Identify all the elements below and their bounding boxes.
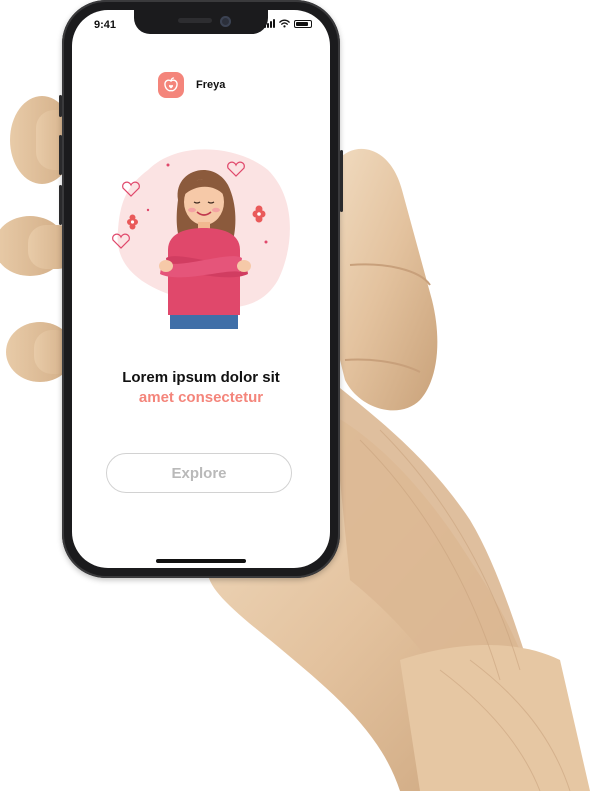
thumb [330,148,438,411]
explore-button[interactable]: Explore [106,453,292,493]
phone-frame: 9:41 Freya Lorem ipsum dolor sit amet co… [59,0,343,578]
notch [134,10,268,34]
status-time: 9:41 [94,19,117,31]
girl-self-hug-illustration [112,149,290,329]
volume-up-button [59,135,62,175]
headline-line-1: Lorem ipsum dolor sit [122,369,280,386]
speaker-grille [178,18,212,23]
volume-down-button [59,185,62,225]
app-name: Freya [196,79,226,91]
battery-icon [294,19,312,28]
onboarding-headline: Lorem ipsum dolor sit amet consectetur [72,368,330,408]
mute-switch [59,95,62,117]
power-button [340,150,343,212]
apple-heart-icon [158,72,184,98]
wifi-icon [279,19,290,28]
front-camera [220,16,231,27]
mockup-stage: 9:41 Freya Lorem ipsum dolor sit amet co… [0,0,600,791]
home-indicator[interactable] [156,559,246,563]
phone-screen: 9:41 Freya Lorem ipsum dolor sit amet co… [72,10,330,568]
app-brand: Freya [158,72,225,98]
status-icons [264,19,312,28]
headline-line-2: amet consectetur [138,389,264,406]
signal-icon [264,19,275,28]
